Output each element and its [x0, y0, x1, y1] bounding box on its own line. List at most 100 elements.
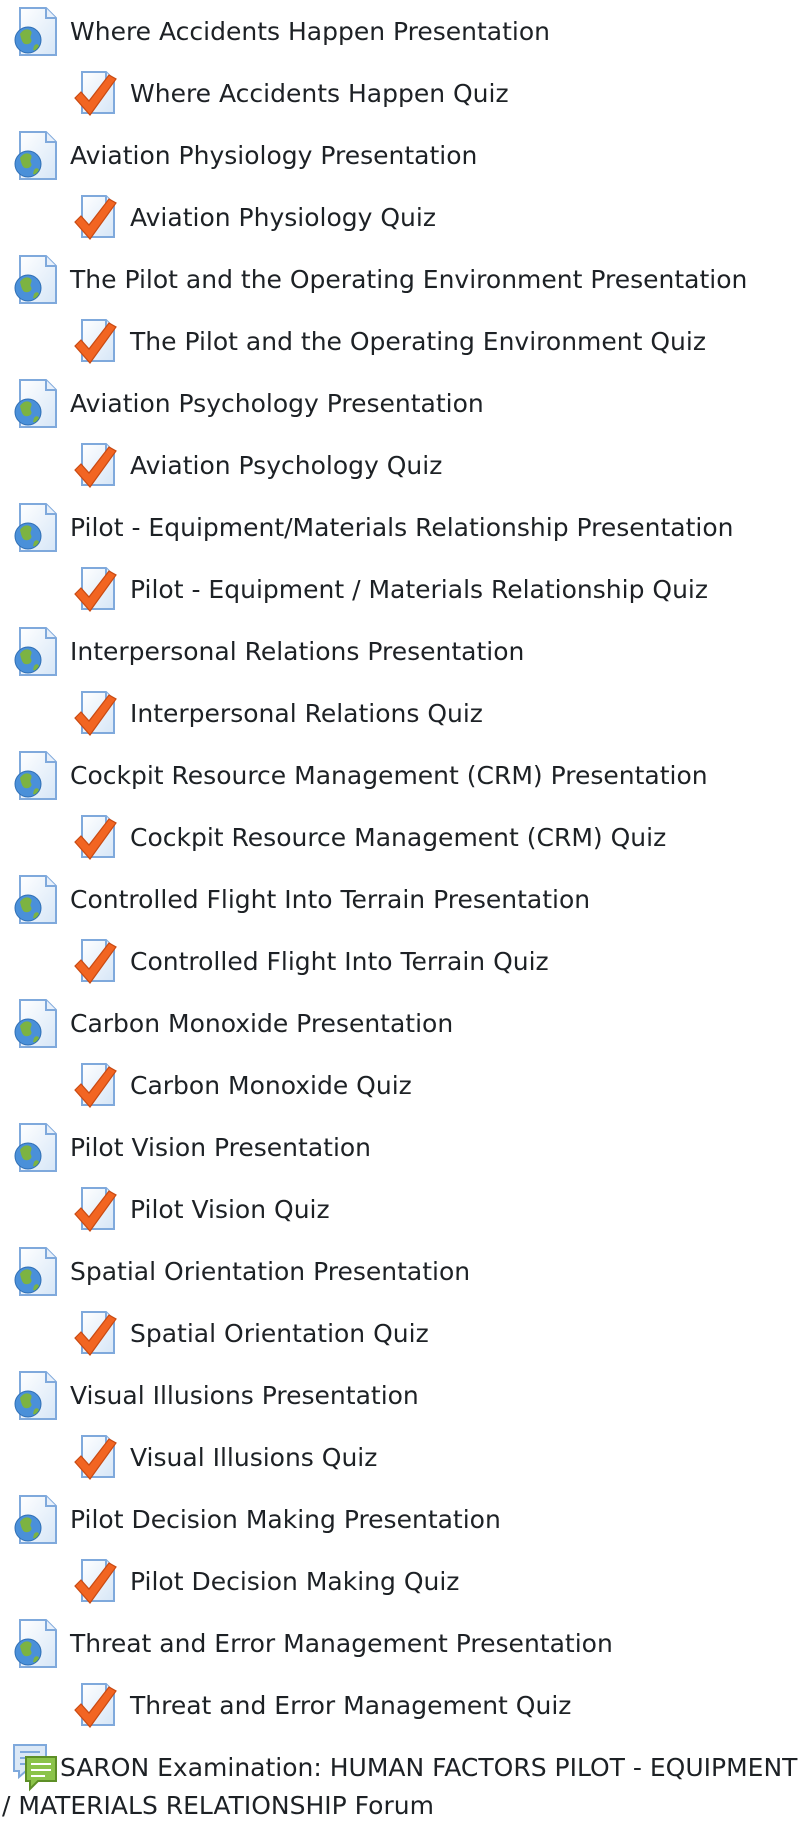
activity-group: Aviation Psychology Presentation Aviation…	[0, 372, 806, 496]
quiz-checkmark-icon	[72, 1557, 118, 1607]
url-globe-icon	[12, 7, 58, 57]
presentation-link[interactable]: Aviation Psychology Presentation	[70, 389, 484, 419]
quiz-activity[interactable]: Pilot - Equipment / Materials Relationsh…	[72, 565, 708, 615]
quiz-link[interactable]: Controlled Flight Into Terrain Quiz	[130, 947, 549, 977]
presentation-link[interactable]: Aviation Physiology Presentation	[70, 141, 477, 171]
presentation-activity[interactable]: Interpersonal Relations Presentation	[12, 627, 524, 677]
presentation-link[interactable]: Interpersonal Relations Presentation	[70, 637, 524, 667]
url-globe-icon	[12, 503, 58, 553]
quiz-checkmark-icon	[72, 441, 118, 491]
activity-group: Cockpit Resource Management (CRM) Presen…	[0, 744, 806, 868]
quiz-activity[interactable]: Aviation Psychology Quiz	[72, 441, 442, 491]
presentation-link[interactable]: Pilot - Equipment/Materials Relationship…	[70, 513, 734, 543]
quiz-activity[interactable]: Threat and Error Management Quiz	[72, 1681, 571, 1731]
activity-group: Aviation Physiology Presentation Aviation…	[0, 124, 806, 248]
presentation-link[interactable]: Visual Illusions Presentation	[70, 1381, 419, 1411]
quiz-activity[interactable]: Visual Illusions Quiz	[72, 1433, 377, 1483]
activity-group: Pilot - Equipment/Materials Relationship…	[0, 496, 806, 620]
forum-activity[interactable]: SARON Examination: HUMAN FACTORS PILOT -…	[2, 1743, 802, 1825]
url-globe-icon	[12, 999, 58, 1049]
presentation-activity[interactable]: Where Accidents Happen Presentation	[12, 7, 550, 57]
presentation-activity[interactable]: Threat and Error Management Presentation	[12, 1619, 613, 1669]
forum-link[interactable]: SARON Examination: HUMAN FACTORS PILOT -…	[2, 1743, 802, 1825]
presentation-activity[interactable]: Pilot Decision Making Presentation	[12, 1495, 501, 1545]
quiz-activity[interactable]: Carbon Monoxide Quiz	[72, 1061, 412, 1111]
url-globe-icon	[12, 131, 58, 181]
quiz-activity[interactable]: Pilot Vision Quiz	[72, 1185, 330, 1235]
activity-group: Pilot Decision Making Presentation Pilot …	[0, 1488, 806, 1612]
presentation-activity[interactable]: Pilot - Equipment/Materials Relationship…	[12, 503, 734, 553]
activity-group: Carbon Monoxide Presentation Carbon Monox…	[0, 992, 806, 1116]
activity-group: Interpersonal Relations Presentation Inte…	[0, 620, 806, 744]
activity-group: Threat and Error Management Presentation…	[0, 1612, 806, 1736]
url-globe-icon	[12, 255, 58, 305]
url-globe-icon	[12, 1247, 58, 1297]
quiz-checkmark-icon	[72, 1061, 118, 1111]
activity-group: The Pilot and the Operating Environment …	[0, 248, 806, 372]
quiz-link[interactable]: Cockpit Resource Management (CRM) Quiz	[130, 823, 666, 853]
quiz-checkmark-icon	[72, 689, 118, 739]
url-globe-icon	[12, 1371, 58, 1421]
url-globe-icon	[12, 875, 58, 925]
presentation-link[interactable]: Pilot Vision Presentation	[70, 1133, 371, 1163]
quiz-link[interactable]: Pilot - Equipment / Materials Relationsh…	[130, 575, 708, 605]
activity-list: Where Accidents Happen Presentation Where…	[0, 0, 806, 1736]
url-globe-icon	[12, 751, 58, 801]
presentation-activity[interactable]: Carbon Monoxide Presentation	[12, 999, 453, 1049]
activity-group: Controlled Flight Into Terrain Presentat…	[0, 868, 806, 992]
presentation-activity[interactable]: Aviation Physiology Presentation	[12, 131, 477, 181]
presentation-link[interactable]: Cockpit Resource Management (CRM) Presen…	[70, 761, 708, 791]
quiz-checkmark-icon	[72, 1185, 118, 1235]
quiz-checkmark-icon	[72, 937, 118, 987]
quiz-activity[interactable]: Pilot Decision Making Quiz	[72, 1557, 459, 1607]
quiz-link[interactable]: Spatial Orientation Quiz	[130, 1319, 429, 1349]
url-globe-icon	[12, 627, 58, 677]
quiz-link[interactable]: Aviation Physiology Quiz	[130, 203, 436, 233]
presentation-link[interactable]: Controlled Flight Into Terrain Presentat…	[70, 885, 590, 915]
quiz-activity[interactable]: Cockpit Resource Management (CRM) Quiz	[72, 813, 666, 863]
url-globe-icon	[12, 1619, 58, 1669]
activity-group: Pilot Vision Presentation Pilot Vision Qu…	[0, 1116, 806, 1240]
quiz-link[interactable]: Interpersonal Relations Quiz	[130, 699, 483, 729]
quiz-link[interactable]: Carbon Monoxide Quiz	[130, 1071, 412, 1101]
quiz-link[interactable]: Aviation Psychology Quiz	[130, 451, 442, 481]
activity-group: Where Accidents Happen Presentation Where…	[0, 0, 806, 124]
presentation-link[interactable]: Spatial Orientation Presentation	[70, 1257, 470, 1287]
quiz-link[interactable]: The Pilot and the Operating Environment …	[130, 327, 706, 357]
activity-group: Visual Illusions Presentation Visual Illu…	[0, 1364, 806, 1488]
presentation-link[interactable]: Threat and Error Management Presentation	[70, 1629, 613, 1659]
quiz-activity[interactable]: Spatial Orientation Quiz	[72, 1309, 429, 1359]
quiz-link[interactable]: Pilot Vision Quiz	[130, 1195, 330, 1225]
presentation-activity[interactable]: Spatial Orientation Presentation	[12, 1247, 470, 1297]
presentation-activity[interactable]: Controlled Flight Into Terrain Presentat…	[12, 875, 590, 925]
quiz-checkmark-icon	[72, 565, 118, 615]
quiz-link[interactable]: Visual Illusions Quiz	[130, 1443, 377, 1473]
quiz-activity[interactable]: Where Accidents Happen Quiz	[72, 69, 509, 119]
presentation-link[interactable]: Pilot Decision Making Presentation	[70, 1505, 501, 1535]
quiz-activity[interactable]: Interpersonal Relations Quiz	[72, 689, 483, 739]
presentation-link[interactable]: The Pilot and the Operating Environment …	[70, 265, 747, 295]
url-globe-icon	[12, 379, 58, 429]
presentation-activity[interactable]: Cockpit Resource Management (CRM) Presen…	[12, 751, 708, 801]
presentation-link[interactable]: Where Accidents Happen Presentation	[70, 17, 550, 47]
quiz-link[interactable]: Threat and Error Management Quiz	[130, 1691, 571, 1721]
presentation-activity[interactable]: Pilot Vision Presentation	[12, 1123, 371, 1173]
quiz-checkmark-icon	[72, 1433, 118, 1483]
forum-chat-icon	[12, 1743, 58, 1793]
quiz-activity[interactable]: Controlled Flight Into Terrain Quiz	[72, 937, 549, 987]
quiz-checkmark-icon	[72, 193, 118, 243]
url-globe-icon	[12, 1123, 58, 1173]
quiz-activity[interactable]: Aviation Physiology Quiz	[72, 193, 436, 243]
activity-group: Spatial Orientation Presentation Spatial …	[0, 1240, 806, 1364]
presentation-activity[interactable]: Aviation Psychology Presentation	[12, 379, 484, 429]
quiz-activity[interactable]: The Pilot and the Operating Environment …	[72, 317, 706, 367]
url-globe-icon	[12, 1495, 58, 1545]
quiz-checkmark-icon	[72, 69, 118, 119]
presentation-link[interactable]: Carbon Monoxide Presentation	[70, 1009, 453, 1039]
quiz-checkmark-icon	[72, 1681, 118, 1731]
quiz-link[interactable]: Where Accidents Happen Quiz	[130, 79, 509, 109]
quiz-link[interactable]: Pilot Decision Making Quiz	[130, 1567, 459, 1597]
presentation-activity[interactable]: The Pilot and the Operating Environment …	[12, 255, 747, 305]
presentation-activity[interactable]: Visual Illusions Presentation	[12, 1371, 419, 1421]
quiz-checkmark-icon	[72, 813, 118, 863]
